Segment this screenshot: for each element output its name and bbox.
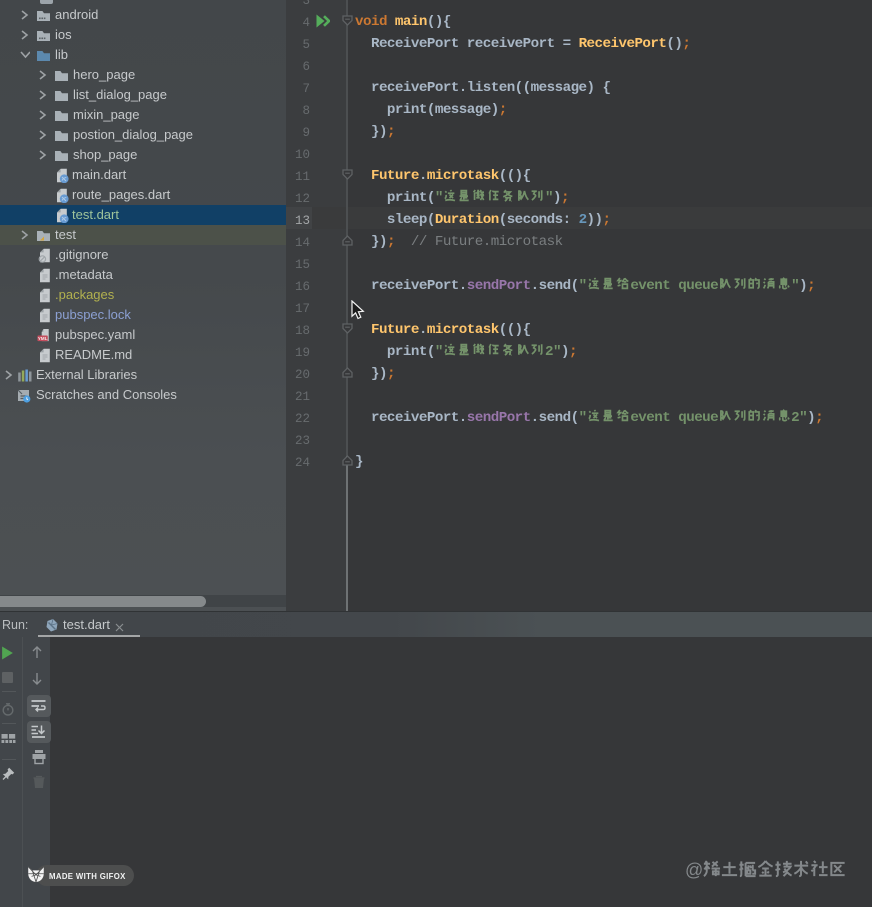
svg-text:YML: YML bbox=[38, 336, 48, 341]
